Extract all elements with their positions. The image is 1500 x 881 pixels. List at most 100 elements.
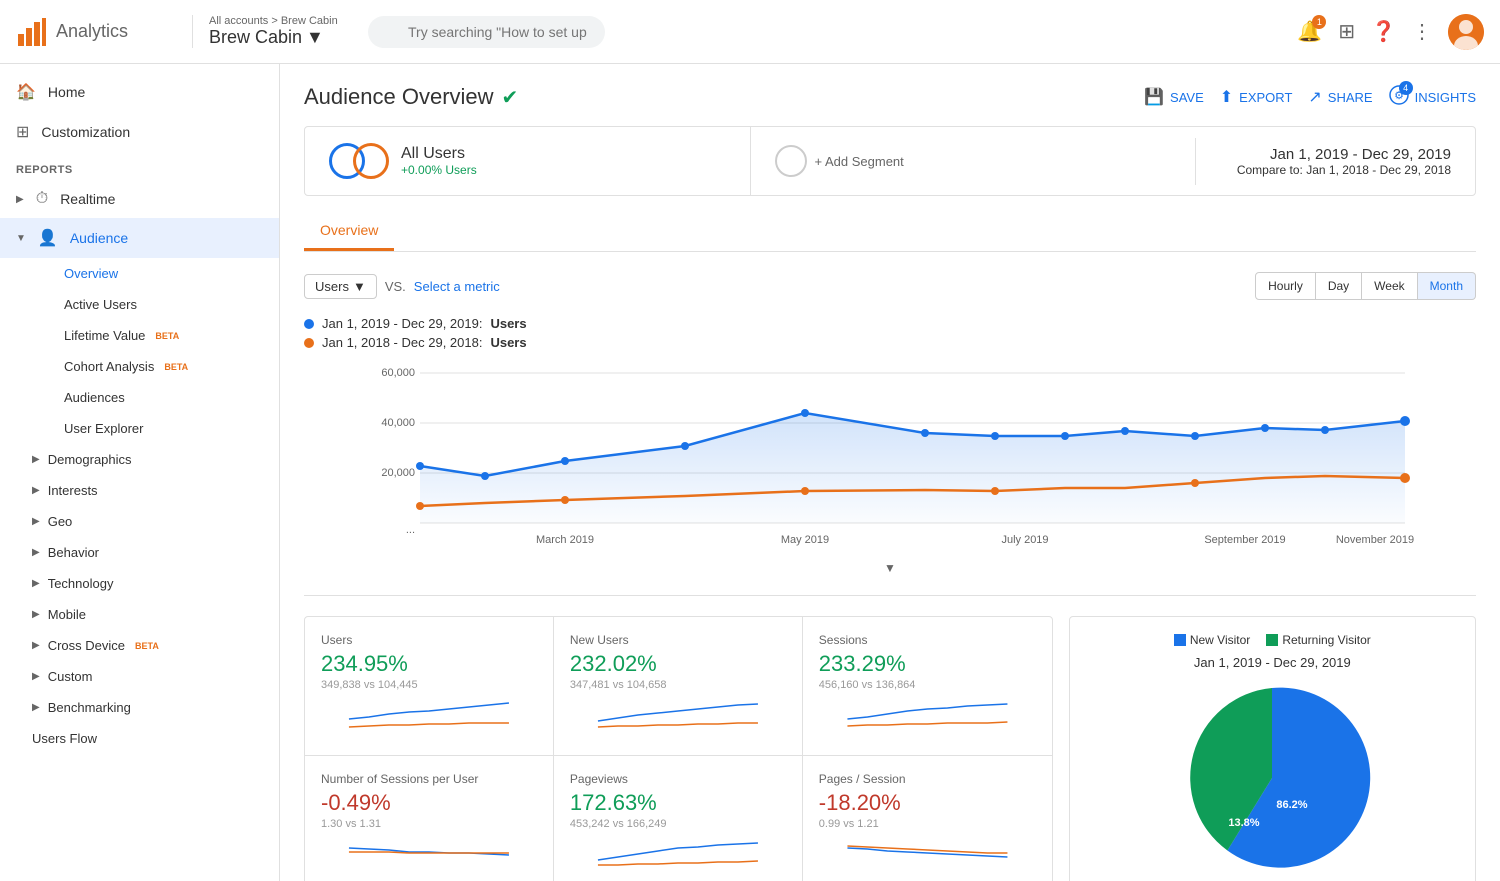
save-icon: 💾 — [1144, 87, 1164, 107]
mobile-label: Mobile — [48, 607, 86, 622]
expandable-sections: ▶ Demographics ▶ Interests ▶ Geo ▶ Behav… — [0, 444, 279, 754]
sidebar-customization-label: Customization — [41, 124, 130, 140]
action-buttons: 💾 SAVE ⬆ EXPORT ↗ SHARE ⚙ 4 INSIGHTS — [1144, 85, 1476, 110]
insights-button[interactable]: ⚙ 4 INSIGHTS — [1389, 85, 1476, 110]
sidebar-sub-cohort[interactable]: Cohort Analysis BETA — [48, 351, 279, 382]
technology-chevron-icon: ▶ — [32, 578, 40, 589]
sidebar-sub-lifetime-value[interactable]: Lifetime Value BETA — [48, 320, 279, 351]
stat-sessions-per-user-compare: 1.30 vs 1.31 — [321, 818, 537, 830]
pie-legend-new-visitor: New Visitor — [1174, 633, 1250, 647]
time-btn-hourly[interactable]: Hourly — [1255, 272, 1316, 300]
select-metric-link[interactable]: Select a metric — [414, 279, 500, 294]
date-range-area[interactable]: Jan 1, 2019 - Dec 29, 2019 Compare to: J… — [1195, 138, 1475, 185]
add-segment-button[interactable]: + Add Segment — [751, 129, 1196, 193]
audience-icon: 👤 — [38, 228, 58, 248]
all-users-segment[interactable]: All Users +0.00% Users — [305, 127, 751, 195]
behavior-chevron-icon: ▶ — [32, 547, 40, 558]
behavior-label: Behavior — [48, 545, 99, 560]
search-input[interactable] — [368, 16, 605, 48]
svg-text:May 2019: May 2019 — [781, 534, 829, 546]
more-options-icon[interactable]: ⋮ — [1412, 19, 1432, 44]
stats-area: Users 234.95% 349,838 vs 104,445 New Use… — [304, 616, 1476, 881]
legend-dot-blue — [304, 319, 314, 329]
reports-section-label: REPORTS — [0, 152, 279, 180]
chart-wrapper: 60,000 40,000 20,000 ... — [304, 358, 1476, 596]
time-btn-day[interactable]: Day — [1316, 272, 1362, 300]
sidebar-lifetime-label: Lifetime Value — [64, 328, 145, 343]
stat-pages-per-session-label: Pages / Session — [819, 772, 1036, 786]
legend-2019-range: Jan 1, 2019 - Dec 29, 2019: — [322, 316, 482, 331]
sidebar-section-geo[interactable]: ▶ Geo — [32, 506, 279, 537]
stat-sessions-pct: 233.29% — [819, 651, 1036, 677]
page-title: Audience Overview — [304, 84, 494, 110]
sidebar-audience-label: Audience — [70, 230, 128, 246]
returning-visitor-label: Returning Visitor — [1282, 633, 1371, 647]
grid-icon[interactable]: ⊞ — [1338, 19, 1355, 44]
stat-users-mini-chart — [321, 699, 537, 729]
sidebar-audiences-label: Audiences — [64, 390, 125, 405]
account-area: All accounts > Brew Cabin Brew Cabin ▼ — [192, 15, 352, 48]
stats-grid: Users 234.95% 349,838 vs 104,445 New Use… — [304, 616, 1053, 881]
pie-chart-svg: 86.2% 13.8% — [1172, 678, 1372, 878]
tab-overview[interactable]: Overview — [304, 212, 394, 251]
sidebar-item-home[interactable]: 🏠 Home — [0, 72, 279, 112]
sidebar-section-custom[interactable]: ▶ Custom — [32, 661, 279, 692]
page-title-area: Audience Overview ✔ — [304, 84, 518, 110]
sidebar-section-benchmarking[interactable]: ▶ Benchmarking — [32, 692, 279, 723]
cross-device-beta-badge: BETA — [135, 641, 159, 651]
sidebar-item-audience[interactable]: ▼ 👤 Audience — [0, 218, 279, 258]
insights-badge: 4 — [1399, 81, 1413, 95]
pie-legend-returning-visitor: Returning Visitor — [1266, 633, 1371, 647]
time-btn-week[interactable]: Week — [1362, 272, 1417, 300]
svg-text:September 2019: September 2019 — [1204, 534, 1285, 546]
demographics-label: Demographics — [48, 452, 132, 467]
dropdown-arrow-icon: ▼ — [306, 27, 324, 48]
date-range-main: Jan 1, 2019 - Dec 29, 2019 — [1220, 146, 1451, 163]
share-button[interactable]: ↗ SHARE — [1308, 87, 1372, 107]
sidebar-section-behavior[interactable]: ▶ Behavior — [32, 537, 279, 568]
svg-text:November 2019: November 2019 — [1336, 534, 1414, 546]
svg-text:20,000: 20,000 — [381, 467, 415, 479]
chart-expand-button[interactable]: ▼ — [304, 561, 1476, 575]
sidebar-section-cross-device[interactable]: ▶ Cross Device BETA — [32, 630, 279, 661]
save-button[interactable]: 💾 SAVE — [1144, 87, 1204, 107]
sidebar-item-customization[interactable]: ⊞ Customization — [0, 112, 279, 152]
account-name-dropdown[interactable]: Brew Cabin ▼ — [209, 27, 352, 48]
segment-circles — [329, 143, 389, 179]
geo-chevron-icon: ▶ — [32, 516, 40, 527]
sidebar-section-interests[interactable]: ▶ Interests — [32, 475, 279, 506]
stat-users-pct: 234.95% — [321, 651, 537, 677]
stat-users-label: Users — [321, 633, 537, 647]
notification-badge: 1 — [1312, 15, 1326, 29]
sidebar-sub-overview[interactable]: Overview — [48, 258, 279, 289]
sidebar-section-users-flow[interactable]: Users Flow — [32, 723, 279, 754]
stat-sessions-per-user-label: Number of Sessions per User — [321, 772, 537, 786]
export-button[interactable]: ⬆ EXPORT — [1220, 87, 1293, 107]
sidebar-section-demographics[interactable]: ▶ Demographics — [32, 444, 279, 475]
returning-visitor-dot — [1266, 634, 1278, 646]
stat-users: Users 234.95% 349,838 vs 104,445 — [305, 617, 554, 756]
sidebar-overview-label: Overview — [64, 266, 118, 281]
time-btn-month[interactable]: Month — [1418, 272, 1476, 300]
notifications-button[interactable]: 🔔 1 — [1297, 19, 1322, 44]
user-avatar[interactable] — [1448, 14, 1484, 50]
sidebar-cohort-label: Cohort Analysis — [64, 359, 154, 374]
help-icon[interactable]: ❓ — [1371, 19, 1396, 44]
realtime-icon: ⏱ — [36, 190, 48, 208]
line-chart: 60,000 40,000 20,000 ... — [304, 358, 1476, 558]
segment-info: All Users +0.00% Users — [401, 145, 477, 177]
sidebar-item-realtime[interactable]: ▶ ⏱ Realtime — [0, 180, 279, 218]
sidebar-active-users-label: Active Users — [64, 297, 137, 312]
benchmarking-chevron-icon: ▶ — [32, 702, 40, 713]
sidebar-sub-audiences[interactable]: Audiences — [48, 382, 279, 413]
sidebar-section-technology[interactable]: ▶ Technology — [32, 568, 279, 599]
sidebar-sub-user-explorer[interactable]: User Explorer — [48, 413, 279, 444]
pie-legend: New Visitor Returning Visitor — [1174, 633, 1371, 647]
users-flow-label: Users Flow — [32, 731, 97, 746]
sidebar-section-mobile[interactable]: ▶ Mobile — [32, 599, 279, 630]
sidebar-sub-active-users[interactable]: Active Users — [48, 289, 279, 320]
account-breadcrumb: All accounts > Brew Cabin — [209, 15, 352, 27]
metric-dropdown[interactable]: Users ▼ — [304, 274, 377, 299]
stat-users-compare: 349,838 vs 104,445 — [321, 679, 537, 691]
stat-pageviews: Pageviews 172.63% 453,242 vs 166,249 — [554, 756, 803, 881]
